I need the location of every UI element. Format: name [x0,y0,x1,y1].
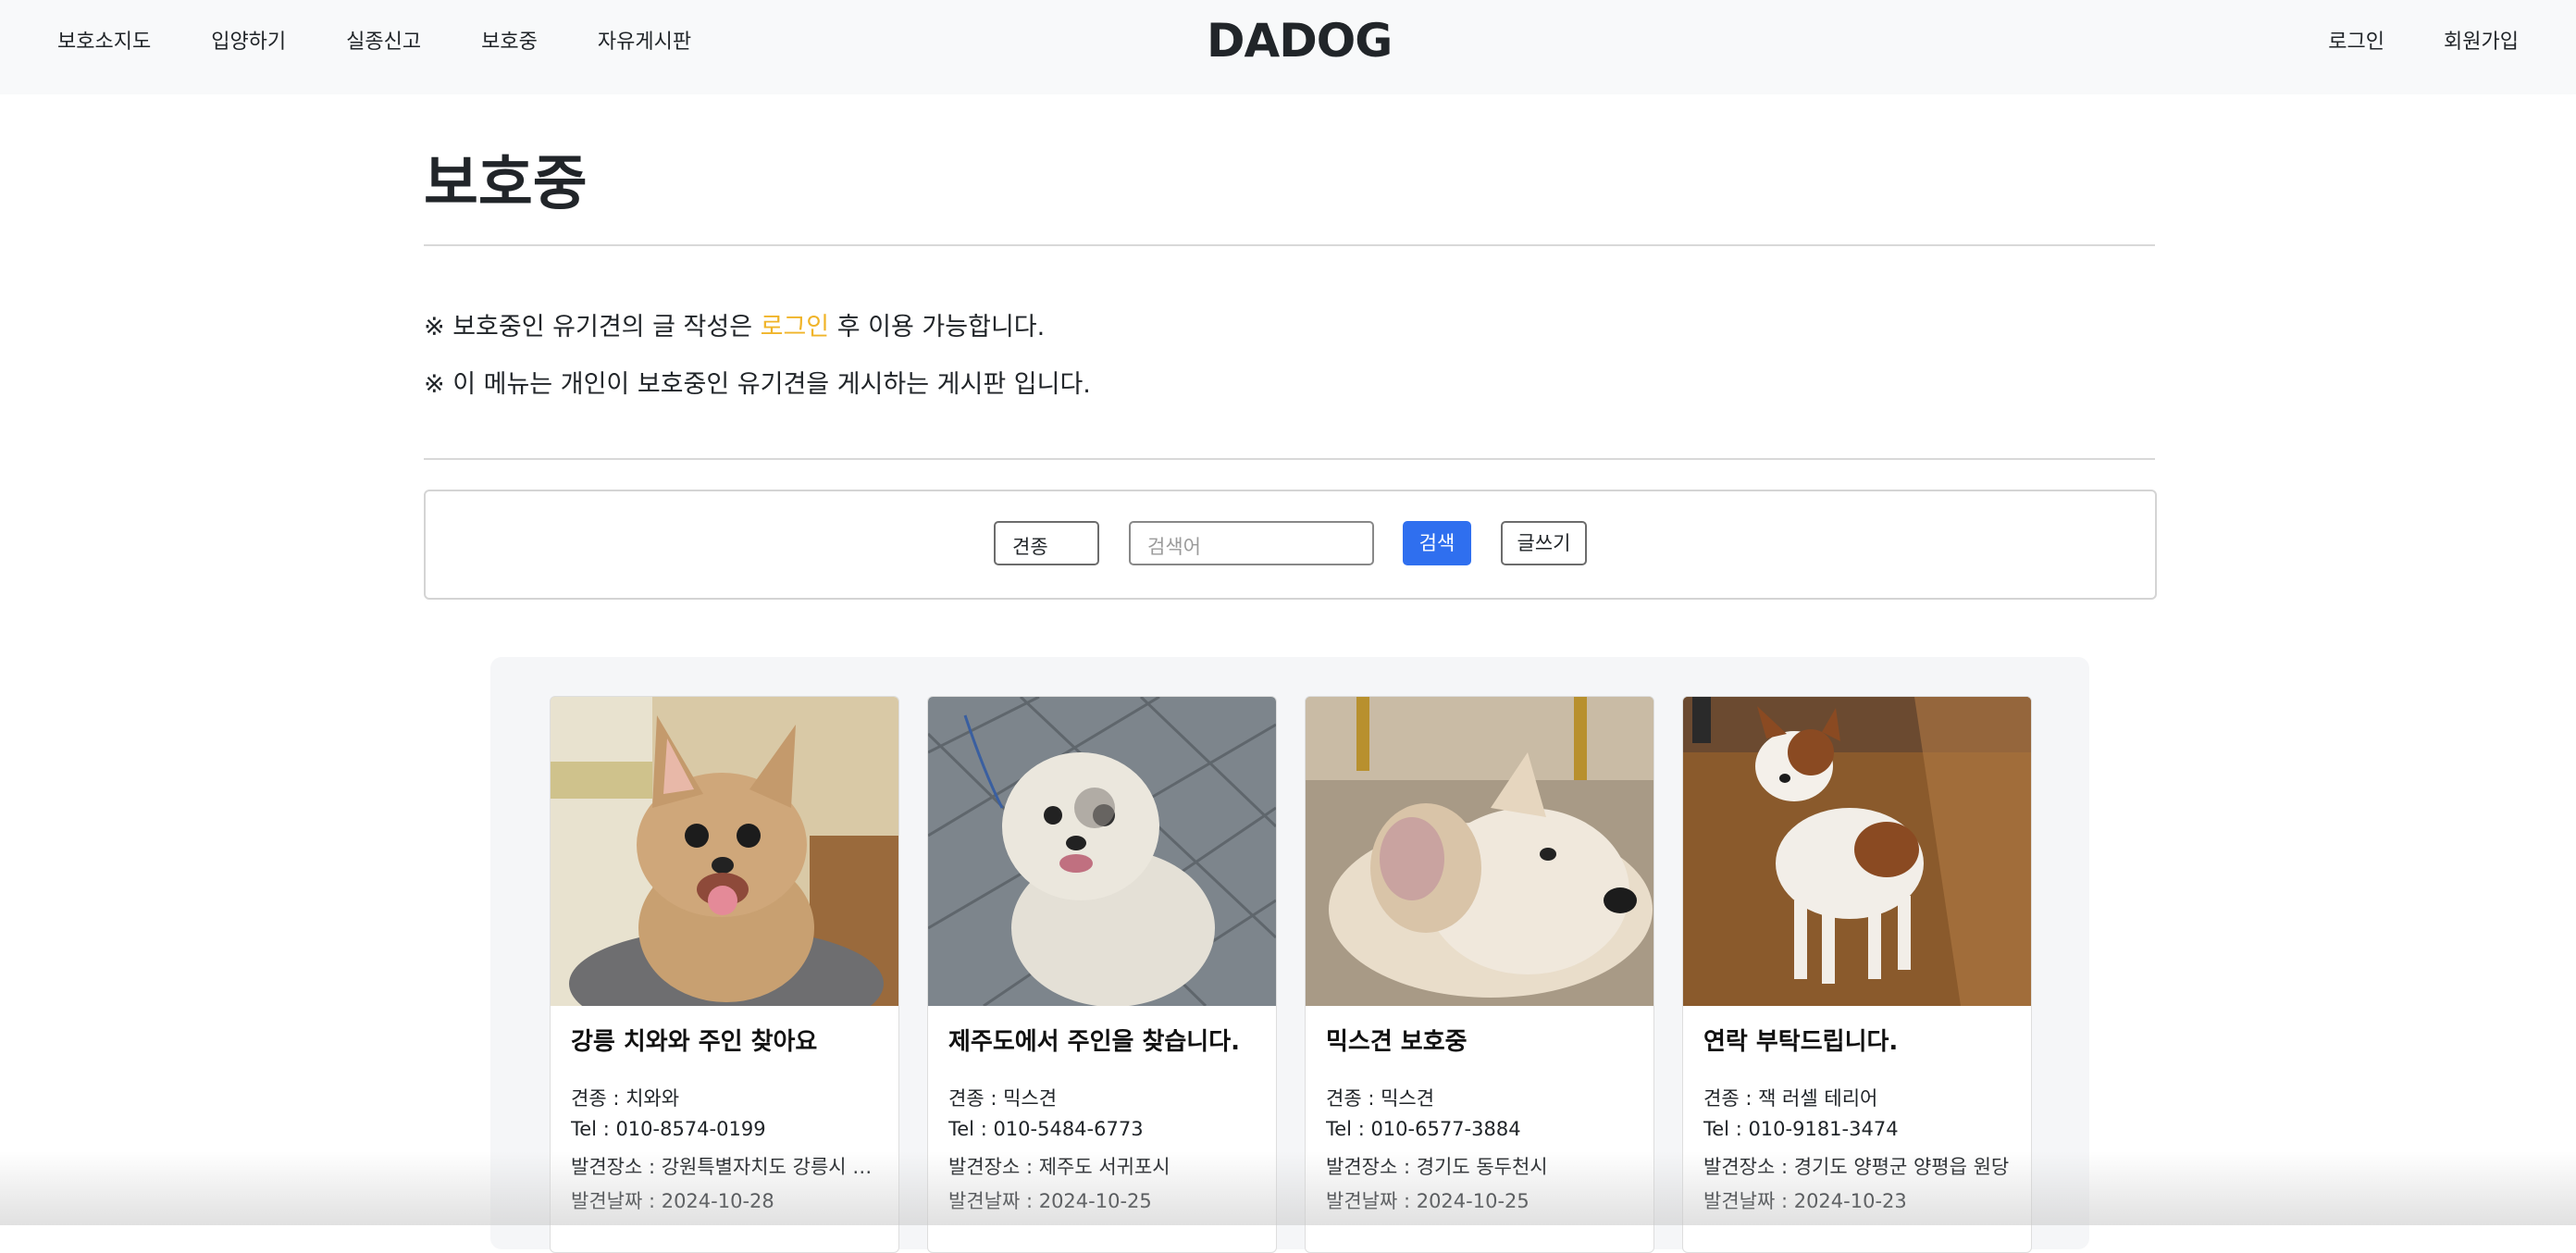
dog-card[interactable]: 강릉 치와와 주인 찾아요 견종 : 치와와 Tel : 010-8574-01… [550,696,899,1253]
dog-photo [1306,697,1653,1006]
notice-text: ※ 보호중인 유기견의 글 작성은 [424,313,761,341]
card-title: 연락 부탁드립니다. [1703,1028,1899,1056]
search-input[interactable]: 검색어 [1129,521,1374,565]
card-title: 강릉 치와와 주인 찾아요 [571,1028,818,1056]
card-date: 발견날짜 : 2024-10-25 [1326,1190,1530,1212]
card-breed: 견종 : 잭 러셀 테리어 [1703,1087,1878,1110]
write-button[interactable]: 글쓰기 [1501,521,1587,565]
card-breed: 견종 : 치와와 [571,1087,680,1110]
nav-free-board[interactable]: 자유게시판 [598,25,691,55]
nav-login[interactable]: 로그인 [2328,25,2384,55]
nav-missing-report[interactable]: 실종신고 [346,25,421,55]
title-divider [424,244,2155,246]
brand-logo[interactable]: DADOG [1207,13,1393,68]
nav-adopt[interactable]: 입양하기 [211,25,286,55]
notice-login-link[interactable]: 로그인 [761,313,830,341]
nav-protecting[interactable]: 보호중 [481,25,538,55]
dog-photo [1683,697,2031,1006]
notice-login-required: ※ 보호중인 유기견의 글 작성은 로그인 후 이용 가능합니다. [424,306,1045,342]
card-date: 발견날짜 : 2024-10-23 [1703,1190,1907,1212]
dog-card[interactable]: 연락 부탁드립니다. 견종 : 잭 러셀 테리어 Tel : 010-9181-… [1682,696,2032,1253]
navbar: 보호소지도 입양하기 실종신고 보호중 자유게시판 DADOG 로그인 회원가입 [0,0,2576,94]
card-tel: Tel : 010-9181-3474 [1703,1118,1899,1140]
card-place: 발견장소 : 경기도 동두천시 [1326,1156,1548,1178]
card-place: 발견장소 : 경기도 양평군 양평읍 원당 [1703,1156,2010,1178]
card-title: 믹스견 보호중 [1326,1028,1468,1056]
dog-photo [551,697,898,1006]
nav-signup[interactable]: 회원가입 [2444,25,2519,55]
breed-select[interactable]: 견종 [994,521,1099,565]
card-place: 발견장소 : 강원특별자치도 강릉시 … [571,1156,873,1178]
nav-left-menu: 보호소지도 입양하기 실종신고 보호중 자유게시판 [57,0,691,80]
notice-text: 후 이용 가능합니다. [829,313,1046,341]
dog-card[interactable]: 제주도에서 주인을 찾습니다. 견종 : 믹스견 Tel : 010-5484-… [927,696,1277,1253]
dog-photo [928,697,1276,1006]
card-tel: Tel : 010-5484-6773 [948,1118,1144,1140]
card-tel: Tel : 010-6577-3884 [1326,1118,1521,1140]
page-title: 보호중 [424,150,588,218]
card-place: 발견장소 : 제주도 서귀포시 [948,1156,1170,1178]
card-breed: 견종 : 믹스견 [1326,1087,1435,1110]
dog-card[interactable]: 믹스견 보호중 견종 : 믹스견 Tel : 010-6577-3884 발견장… [1305,696,1654,1253]
card-title: 제주도에서 주인을 찾습니다. [948,1028,1241,1056]
card-breed: 견종 : 믹스견 [948,1087,1058,1110]
search-box: 견종 검색어 검색 글쓰기 [424,490,2157,600]
nav-shelter-map[interactable]: 보호소지도 [57,25,151,55]
card-date: 발견날짜 : 2024-10-28 [571,1190,774,1212]
nav-right-menu: 로그인 회원가입 [2328,0,2519,80]
search-button[interactable]: 검색 [1403,521,1471,565]
card-date: 발견날짜 : 2024-10-25 [948,1190,1152,1212]
card-tel: Tel : 010-8574-0199 [571,1118,766,1140]
notice-divider [424,458,2155,460]
notice-board-description: ※ 이 메뉴는 개인이 보호중인 유기견을 게시하는 게시판 입니다. [424,370,1091,399]
